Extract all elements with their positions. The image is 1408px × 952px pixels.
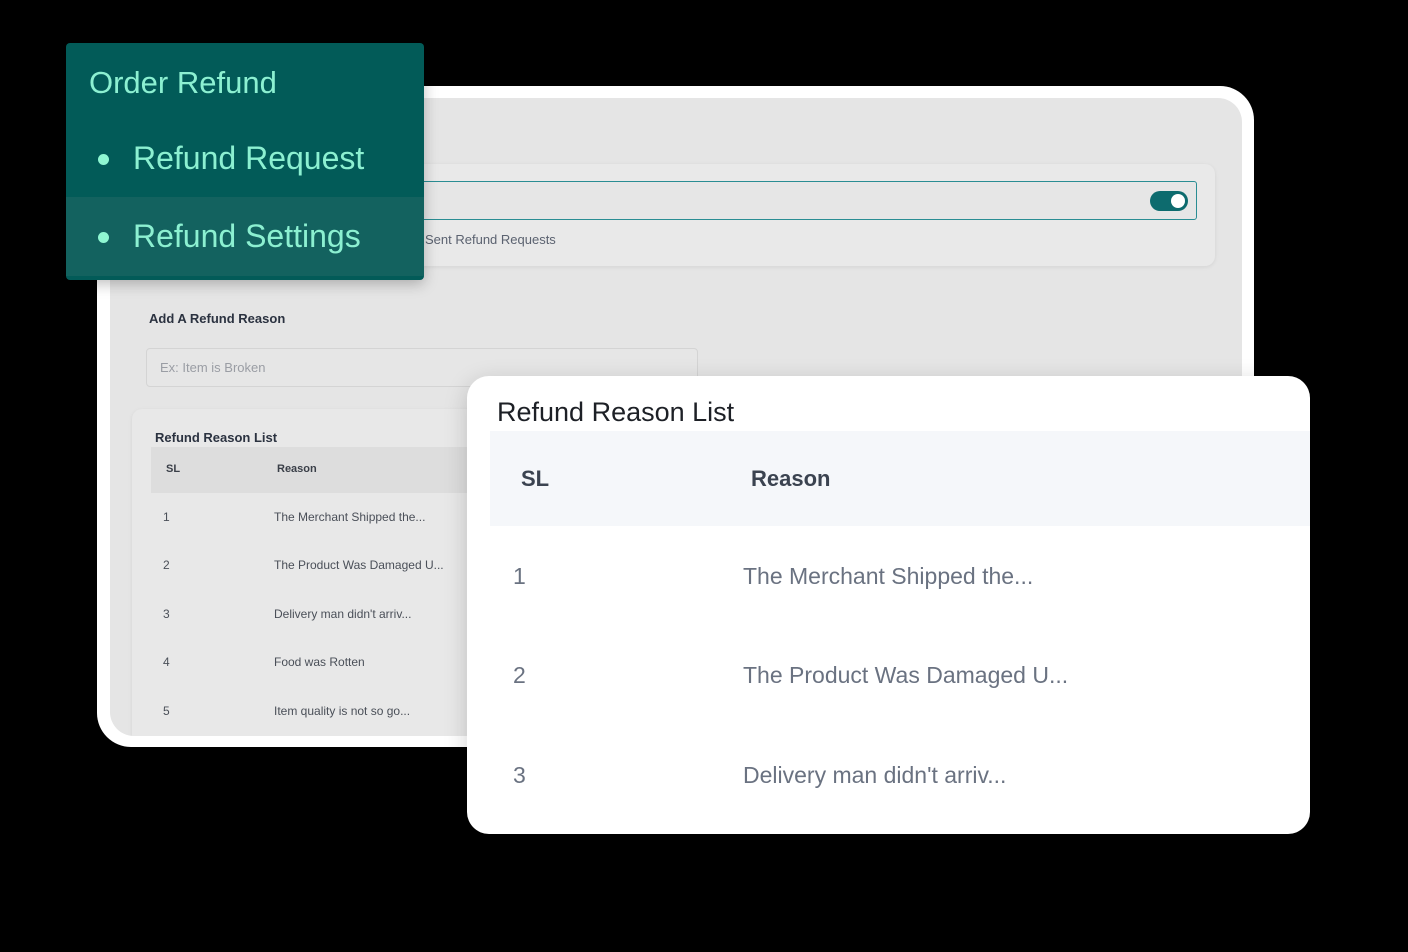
menu-item-refund-settings[interactable]: Refund Settings <box>66 197 424 276</box>
order-refund-menu: Order Refund Refund Request Refund Setti… <box>66 43 424 280</box>
table-header: SL Reason <box>490 431 1310 526</box>
small-reason-list-title: Refund Reason List <box>155 430 278 445</box>
small-row-reason: Item quality is not so go... <box>274 704 411 718</box>
bullet-dot-icon <box>98 232 109 243</box>
table-row[interactable]: 1 The Merchant Shipped the... <box>490 557 1310 597</box>
row-sl: 3 <box>513 762 526 788</box>
stage: Sent Refund Requests Add A Refund Reason… <box>0 0 1408 952</box>
small-row-sl: 4 <box>163 655 170 669</box>
row-sl: 1 <box>513 563 526 589</box>
small-row-sl: 5 <box>163 704 170 718</box>
column-header-reason: Reason <box>751 466 831 491</box>
small-row-sl: 2 <box>163 558 170 572</box>
small-row-reason: Food was Rotten <box>274 655 365 669</box>
toggle-knob <box>1171 194 1185 208</box>
small-table-header: SL Reason <box>151 447 481 493</box>
row-reason: Delivery man didn't arriv... <box>743 762 1007 788</box>
refund-reason-list-card: Refund Reason List SL Reason 1 The Merch… <box>467 376 1310 834</box>
refund-request-toggle-field[interactable] <box>400 181 1197 220</box>
table-row[interactable]: 3 Delivery man didn't arriv... <box>490 756 1310 796</box>
small-row-sl: 1 <box>163 510 170 524</box>
menu-item-label: Refund Settings <box>133 218 361 254</box>
small-column-sl: SL <box>166 463 181 475</box>
row-sl: 2 <box>513 662 526 688</box>
small-column-reason: Reason <box>277 463 317 475</box>
table-row[interactable]: 2 The Product Was Damaged U... <box>490 656 1310 696</box>
toggle-hint-text: Sent Refund Requests <box>425 232 556 247</box>
toggle-switch-icon[interactable] <box>1150 191 1188 211</box>
small-table-row[interactable]: 5 Item quality is not so go... <box>151 702 481 722</box>
row-reason: The Merchant Shipped the... <box>743 563 1034 589</box>
small-table-row[interactable]: 1 The Merchant Shipped the... <box>151 508 481 528</box>
bullet-dot-icon <box>98 154 109 165</box>
column-header-sl: SL <box>521 466 550 491</box>
small-table-row[interactable]: 4 Food was Rotten <box>151 653 481 673</box>
refund-request-toggle-card: Sent Refund Requests <box>400 164 1215 266</box>
menu-item-refund-request[interactable]: Refund Request <box>66 119 424 198</box>
row-reason: The Product Was Damaged U... <box>743 662 1069 688</box>
small-row-sl: 3 <box>163 607 170 621</box>
small-table-row[interactable]: 2 The Product Was Damaged U... <box>151 556 481 576</box>
menu-title: Order Refund <box>89 65 277 100</box>
add-reason-label: Add A Refund Reason <box>149 311 286 326</box>
small-table-row[interactable]: 3 Delivery man didn't arriv... <box>151 605 481 625</box>
small-reason-list-card: Refund Reason List SL Reason 1 The Merch… <box>132 409 492 736</box>
small-row-reason: The Merchant Shipped the... <box>274 510 426 524</box>
menu-item-label: Refund Request <box>133 140 365 176</box>
small-row-reason: Delivery man didn't arriv... <box>274 607 412 621</box>
small-row-reason: The Product Was Damaged U... <box>274 558 444 572</box>
reason-list-title: Refund Reason List <box>497 397 735 427</box>
